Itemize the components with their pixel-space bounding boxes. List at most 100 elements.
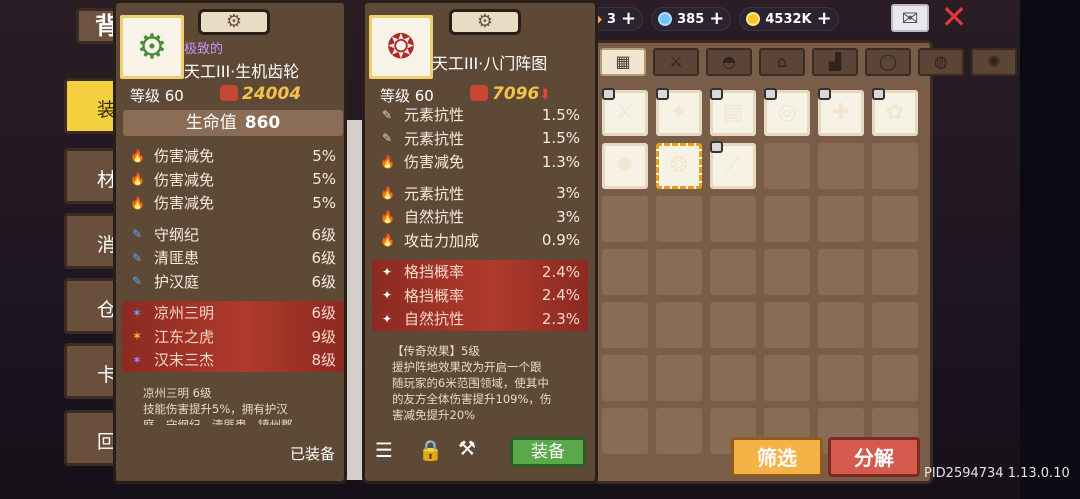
- stat-row: 🔥 伤害减免 5%: [122, 144, 344, 168]
- inventory-slot-item[interactable]: ◎: [764, 88, 810, 136]
- coin-counter[interactable]: 4532K +: [739, 7, 839, 31]
- inventory-slot-empty[interactable]: [602, 249, 648, 295]
- inventory-slot-item[interactable]: ✚: [818, 88, 864, 136]
- stat-row: ✦ 自然抗性 2.3%: [372, 307, 588, 331]
- inventory-slot-item[interactable]: ▤: [710, 88, 756, 136]
- grey-pen-icon: ✎: [381, 131, 393, 146]
- inventory-slot-empty[interactable]: [602, 196, 648, 242]
- stat-value: 8级: [311, 351, 336, 370]
- gem-counter[interactable]: 385 +: [651, 7, 732, 31]
- decompose-button[interactable]: 分解: [828, 437, 920, 477]
- inventory-slot-item[interactable]: ✹: [602, 143, 648, 189]
- mail-icon[interactable]: ✉: [891, 4, 929, 32]
- inventory-slot-empty[interactable]: [602, 355, 648, 401]
- equip-button[interactable]: 装备: [510, 437, 586, 467]
- gem-icon: [658, 12, 673, 26]
- lock-icon: [764, 88, 777, 100]
- inventory-slot-empty[interactable]: [656, 355, 702, 401]
- close-icon[interactable]: ✕: [938, 1, 970, 34]
- description-line: 技能伤害提升5%，拥有护汉: [143, 402, 288, 416]
- inventory-slot-empty[interactable]: [764, 249, 810, 295]
- lock-icon: [602, 88, 615, 100]
- inventory-slot-item[interactable]: ⟋: [710, 141, 756, 189]
- inventory-slot-empty[interactable]: [818, 249, 864, 295]
- ring-icon[interactable]: ◯: [865, 48, 911, 76]
- inventory-slot-empty[interactable]: [818, 143, 864, 189]
- inventory-slot-empty[interactable]: [764, 355, 810, 401]
- stat-label: 元素抗性: [404, 184, 465, 203]
- inventory-slot-empty[interactable]: [602, 302, 648, 348]
- inventory-slot-empty[interactable]: [656, 408, 702, 454]
- stat-label: 伤害减免: [154, 170, 215, 189]
- description-line: 的友方全体伤害提升109%，伤: [392, 392, 552, 406]
- stat-row: 🔥 元素抗性 3%: [372, 182, 588, 206]
- formation-item-icon: ❂: [669, 153, 689, 178]
- lock-icon: [710, 141, 723, 153]
- inventory-slot-empty[interactable]: [764, 143, 810, 189]
- blue-pen-icon: ✎: [131, 227, 143, 242]
- stat-label: 伤害减免: [404, 153, 465, 172]
- gear-settings-icon[interactable]: ⚙: [198, 9, 270, 35]
- stat-value: 3%: [556, 184, 580, 203]
- inventory-slot-empty[interactable]: [818, 196, 864, 242]
- stat-value: 2.4%: [541, 286, 580, 305]
- add-gem-icon[interactable]: +: [709, 10, 724, 28]
- inventory-slot-empty[interactable]: [710, 196, 756, 242]
- grid-all-icon[interactable]: ▦: [600, 48, 646, 76]
- inventory-slot-empty[interactable]: [818, 302, 864, 348]
- armor-icon[interactable]: ◓: [706, 48, 752, 76]
- inventory-slot-empty[interactable]: [710, 302, 756, 348]
- inventory-slot-empty[interactable]: [764, 302, 810, 348]
- anvil-icon[interactable]: ⚒: [458, 436, 476, 460]
- starfield: [1020, 0, 1080, 499]
- bag-icon[interactable]: ◍: [918, 48, 964, 76]
- inventory-slot-item[interactable]: ✿: [872, 88, 918, 136]
- inventory-slot-empty[interactable]: [656, 302, 702, 348]
- inventory-slot-empty[interactable]: [818, 355, 864, 401]
- add-coin-icon[interactable]: +: [817, 10, 832, 28]
- lock-icon: [710, 88, 723, 100]
- inventory-slot-empty[interactable]: [764, 196, 810, 242]
- set-bonus-description: 凉州三明 6级 技能伤害提升5%，拥有护汉 庭、守纲纪、清匪患、镇州郡: [143, 385, 338, 425]
- inventory-slot-empty[interactable]: [872, 196, 918, 242]
- currency-bar: ◆ 3 + 385 + 4532K +: [585, 6, 839, 32]
- stat-value: 5%: [312, 193, 336, 212]
- legendary-effect-description: 【传奇效果】5级 援护阵地效果改为开启一个跟 随玩家的6米范围领域，使其中 的友方全体…: [392, 343, 582, 423]
- item-power: 24004: [220, 84, 301, 104]
- equipped-stat-list: 🔥 伤害减免 5% 🔥 伤害减免 5% 🔥 伤害减免 5% ✎ 守纲纪 6级 ✎ 清匪患 6级 ✎ 护汉庭 6级 ✶…: [122, 144, 344, 372]
- stat-row: 🔥 伤害减免 5%: [122, 168, 344, 192]
- gear-icon[interactable]: ✺: [971, 48, 1017, 76]
- add-ticket-icon[interactable]: +: [621, 10, 636, 28]
- inventory-slot-empty[interactable]: [872, 249, 918, 295]
- stat-label: 元素抗性: [404, 129, 465, 148]
- list-icon[interactable]: ☰: [375, 438, 393, 462]
- inventory-slot-empty[interactable]: [872, 302, 918, 348]
- sword-icon[interactable]: ⚔: [653, 48, 699, 76]
- lock-icon[interactable]: 🔒: [418, 438, 443, 462]
- inventory-slot-empty[interactable]: [656, 196, 702, 242]
- stat-row: 🔥 自然抗性 3%: [372, 205, 588, 229]
- inventory-slot-item[interactable]: ❂: [656, 143, 702, 189]
- stat-row: ✦ 格挡概率 2.4%: [372, 260, 588, 284]
- stat-value: 1.5%: [541, 129, 580, 148]
- boots-icon[interactable]: ▟: [812, 48, 858, 76]
- inventory-slot-empty[interactable]: [872, 143, 918, 189]
- inventory-slot-empty[interactable]: [710, 249, 756, 295]
- inventory-slot-empty[interactable]: [872, 355, 918, 401]
- stat-label: 自然抗性: [404, 208, 465, 227]
- green-flame-icon: 🔥: [380, 209, 395, 224]
- filter-button[interactable]: 筛选: [731, 437, 823, 477]
- compared-stat-list: ✎ 元素抗性 1.5% ✎ 元素抗性 1.5% 🔥 伤害减免 1.3% 🔥 元素抗性 3% 🔥 自然抗性 3…: [372, 103, 588, 331]
- gear-settings-icon[interactable]: ⚙: [449, 9, 521, 35]
- inventory-slot-item[interactable]: ⚔: [602, 88, 648, 136]
- inventory-slot-empty[interactable]: [710, 355, 756, 401]
- stat-label: 江东之虎: [154, 327, 215, 346]
- inventory-slot-empty[interactable]: [602, 408, 648, 454]
- inventory-slot-empty[interactable]: [656, 249, 702, 295]
- helmet-icon[interactable]: ⌂: [759, 48, 805, 76]
- inventory-slot-item[interactable]: ✦: [656, 88, 702, 136]
- stat-label: 守纲纪: [154, 225, 200, 244]
- description-line: 凉州三明 6级: [143, 386, 212, 400]
- stat-label: 格挡概率: [404, 286, 465, 305]
- formation-item-icon: ❂: [369, 15, 433, 79]
